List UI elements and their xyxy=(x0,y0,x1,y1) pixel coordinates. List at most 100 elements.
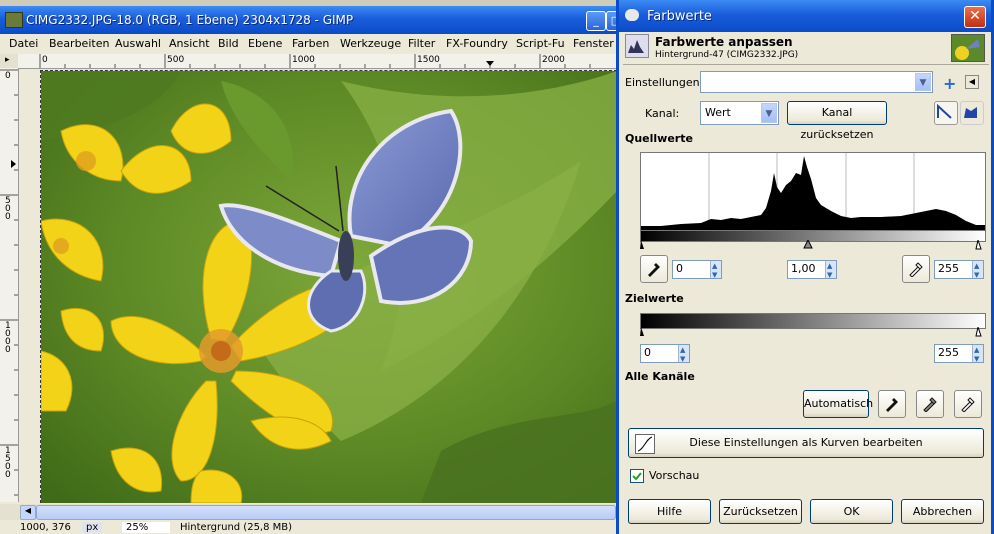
auto-button[interactable]: Automatisch xyxy=(803,390,873,418)
preview-label: Vorschau xyxy=(649,469,700,482)
input-levels-heading: Quellwerte xyxy=(625,132,693,145)
ok-button[interactable]: OK xyxy=(810,499,893,524)
close-icon[interactable]: ✕ xyxy=(964,6,986,28)
ok-button-label: OK xyxy=(843,505,860,518)
histogram xyxy=(640,152,986,232)
menu-farben[interactable]: Farben xyxy=(292,37,329,50)
input-high-value: 255 xyxy=(938,262,959,275)
input-high-spinner[interactable]: 255 xyxy=(934,258,984,283)
menu-fenster[interactable]: Fenster xyxy=(573,37,614,50)
ruler-label: 1500 xyxy=(417,55,440,65)
ruler-label: 1000 xyxy=(5,321,11,355)
channel-reset-button[interactable]: Kanal zurücksetzen xyxy=(787,101,887,141)
chevron-down-icon[interactable]: ▼ xyxy=(915,73,931,91)
horizontal-ruler[interactable]: 0 500 1000 1500 2000 xyxy=(18,54,616,69)
minimize-icon[interactable]: _ xyxy=(586,11,606,31)
gimp-image-window: CIMG2332.JPG-18.0 (RGB, 1 Ebene) 2304x17… xyxy=(0,0,616,534)
menu-fx-foundry[interactable]: FX-Foundry xyxy=(446,37,508,50)
menu-auswahl[interactable]: Auswahl xyxy=(115,37,161,50)
ruler-label: 1000 xyxy=(292,55,315,65)
chevron-down-icon[interactable]: ▼ xyxy=(761,103,777,123)
output-low-value: 0 xyxy=(644,346,651,359)
horizontal-scrollbar[interactable]: ◀ xyxy=(18,504,616,520)
ruler-label: 500 xyxy=(167,55,185,65)
dialog-titlebar[interactable]: Farbwerte ✕ xyxy=(619,0,991,32)
image-thumbnail xyxy=(951,34,985,62)
curves-icon xyxy=(635,434,655,454)
add-preset-icon[interactable]: + xyxy=(943,74,956,93)
vertical-ruler[interactable]: 0 500 1000 1500 xyxy=(0,68,19,502)
scroll-thumb[interactable] xyxy=(36,505,616,520)
all-channels-heading: Alle Kanäle xyxy=(625,370,695,383)
scroll-left-icon[interactable]: ◀ xyxy=(20,505,36,520)
menu-ebene[interactable]: Ebene xyxy=(248,37,282,50)
auto-button-label: Automatisch xyxy=(804,397,874,410)
channel-combo[interactable]: Wert ▼ xyxy=(700,101,779,125)
linear-histogram-icon[interactable] xyxy=(934,101,958,125)
menu-bild[interactable]: Bild xyxy=(218,37,239,50)
menu-script-fu[interactable]: Script-Fu xyxy=(516,37,565,50)
quickmask-toggle[interactable] xyxy=(0,504,18,520)
channel-label: Kanal: xyxy=(645,107,680,120)
unit-selector[interactable]: px xyxy=(82,522,103,533)
output-high-value: 255 xyxy=(938,346,959,359)
edit-as-curves-button[interactable]: Diese Einstellungen als Kurven bearbeite… xyxy=(628,428,984,458)
menu-werkzeuge[interactable]: Werkzeuge xyxy=(340,37,401,50)
status-bar: 1000, 376 px 25% Hintergrund (25,8 MB) xyxy=(0,522,616,534)
help-button-label: Hilfe xyxy=(656,505,683,518)
input-low-value: 0 xyxy=(676,262,683,275)
ruler-label: 1500 xyxy=(5,446,11,480)
levels-dialog: Farbwerte ✕ Farbwerte anpassen Hintergru… xyxy=(616,0,994,534)
output-slider-handles[interactable] xyxy=(640,327,990,337)
maximize-icon[interactable]: □ xyxy=(606,11,616,31)
input-slider-handles[interactable] xyxy=(640,240,990,250)
preset-menu-icon[interactable]: ◀ xyxy=(965,75,979,89)
auto-black-picker-icon[interactable] xyxy=(878,390,906,418)
input-low-spinner[interactable]: 0 xyxy=(672,258,722,283)
menu-filter[interactable]: Filter xyxy=(408,37,435,50)
log-histogram-icon[interactable] xyxy=(960,101,984,125)
ruler-label: 2000 xyxy=(542,55,565,65)
gimp-titlebar[interactable]: CIMG2332.JPG-18.0 (RGB, 1 Ebene) 2304x17… xyxy=(0,6,616,34)
output-levels-heading: Zielwerte xyxy=(625,292,684,305)
gimp-wilber-icon xyxy=(625,9,639,21)
menu-ansicht[interactable]: Ansicht xyxy=(169,37,210,50)
ruler-label: 0 xyxy=(42,55,48,65)
gimp-app-icon xyxy=(5,12,23,28)
image-canvas[interactable] xyxy=(40,70,616,503)
ruler-corner-menu[interactable]: ▸ xyxy=(0,54,18,68)
white-point-picker-icon[interactable] xyxy=(902,255,930,283)
dialog-header-title: Farbwerte anpassen xyxy=(655,35,793,49)
ruler-label: 500 xyxy=(5,196,11,222)
auto-white-picker-icon[interactable] xyxy=(954,390,982,418)
auto-gray-picker-icon[interactable] xyxy=(916,390,944,418)
reset-button-label: Zurücksetzen xyxy=(723,505,798,518)
divider xyxy=(623,64,989,65)
presets-label: Einstellungen: xyxy=(625,76,704,89)
presets-combo[interactable]: ▼ xyxy=(700,71,933,93)
levels-tool-icon xyxy=(625,34,649,58)
cancel-button[interactable]: Abbrechen xyxy=(901,499,984,524)
gamma-value: 1,00 xyxy=(791,262,816,275)
channel-value: Wert xyxy=(705,106,731,119)
dialog-header-subtitle: Hintergrund-47 (CIMG2332.JPG) xyxy=(655,50,799,60)
zoom-selector[interactable]: 25% xyxy=(122,522,170,533)
pointer-coords: 1000, 376 xyxy=(20,522,71,533)
reset-button[interactable]: Zurücksetzen xyxy=(719,499,802,524)
channel-reset-label: Kanal zurücksetzen xyxy=(800,106,874,141)
layer-info: Hintergrund (25,8 MB) xyxy=(180,522,293,533)
ruler-label: 0 xyxy=(5,71,11,81)
menu-bearbeiten[interactable]: Bearbeiten xyxy=(49,37,109,50)
cancel-button-label: Abbrechen xyxy=(912,505,973,518)
help-button[interactable]: Hilfe xyxy=(628,499,711,524)
output-high-spinner[interactable]: 255 xyxy=(934,342,984,367)
edit-as-curves-label: Diese Einstellungen als Kurven bearbeite… xyxy=(689,436,923,449)
preview-checkbox[interactable] xyxy=(630,469,644,483)
gamma-spinner[interactable]: 1,00 xyxy=(787,258,837,283)
output-low-spinner[interactable]: 0 xyxy=(640,342,690,367)
menu-datei[interactable]: Datei xyxy=(9,37,38,50)
black-point-picker-icon[interactable] xyxy=(640,255,668,283)
gimp-window-title: CIMG2332.JPG-18.0 (RGB, 1 Ebene) 2304x17… xyxy=(26,13,354,27)
gimp-menubar: Datei Bearbeiten Auswahl Ansicht Bild Eb… xyxy=(0,34,616,54)
dialog-title: Farbwerte xyxy=(647,9,712,24)
